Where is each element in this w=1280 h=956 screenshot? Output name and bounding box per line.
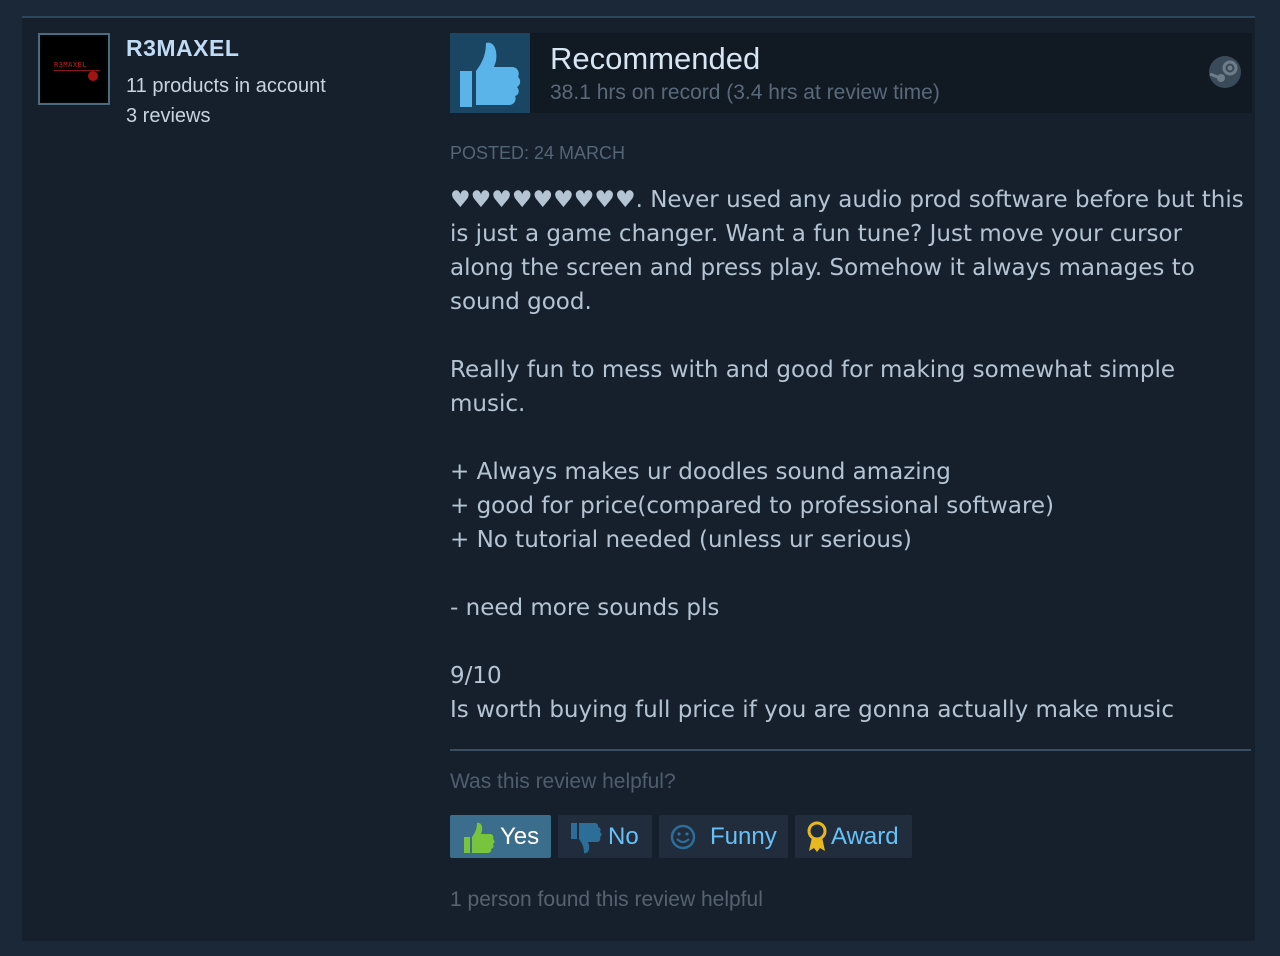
review-paragraph: 9/10 Is worth buying full price if you a… <box>450 663 1175 723</box>
review-paragraph: ♥♥♥♥♥♥♥♥♥. Never used any audio prod sof… <box>450 187 1252 315</box>
steam-logo-icon <box>1209 56 1241 88</box>
no-button[interactable]: No <box>558 815 652 858</box>
award-button[interactable]: Award <box>795 815 912 858</box>
smiley-icon <box>670 824 696 849</box>
posted-date: Posted: 24 March <box>450 143 626 163</box>
reviews-count[interactable]: 3 reviews <box>126 105 210 128</box>
no-label: No <box>608 822 639 850</box>
award-ribbon-icon <box>807 821 827 852</box>
thumbs-up-icon <box>460 42 521 107</box>
helpful-question: Was this review helpful? <box>450 770 676 793</box>
funny-button[interactable]: Funny <box>659 815 788 858</box>
review-paragraph: Really fun to mess with and good for mak… <box>450 357 1183 417</box>
recommendation-title[interactable]: Recommended <box>550 41 760 77</box>
yes-label: Yes <box>500 822 540 850</box>
thumbs-down-icon <box>571 822 602 853</box>
review-header[interactable]: Recommended 38.1 hrs on record (3.4 hrs … <box>450 33 1252 113</box>
divider <box>450 749 1251 751</box>
products-count[interactable]: 11 products in account <box>126 75 326 98</box>
avatar[interactable]: R3MAXEL <box>38 33 110 105</box>
review-paragraph: - need more sounds pls <box>450 595 720 621</box>
review-body: ♥♥♥♥♥♥♥♥♥. Never used any audio prod sof… <box>450 183 1250 727</box>
author-name[interactable]: R3MAXEL <box>126 35 239 62</box>
recommend-thumb <box>450 33 530 113</box>
funny-label: Funny <box>710 822 777 850</box>
review-card: R3MAXEL R3MAXEL 11 products in account 3… <box>22 16 1255 941</box>
thumbs-up-icon <box>464 822 495 853</box>
hours-on-record: 38.1 hrs on record (3.4 hrs at review ti… <box>550 81 940 104</box>
award-label: Award <box>831 822 899 850</box>
review-paragraph: + Always makes ur doodles sound amazing … <box>450 459 1055 553</box>
helpful-count: 1 person found this review helpful <box>450 888 763 911</box>
yes-button[interactable]: Yes <box>450 815 551 858</box>
avatar-text: R3MAXEL <box>54 61 88 69</box>
